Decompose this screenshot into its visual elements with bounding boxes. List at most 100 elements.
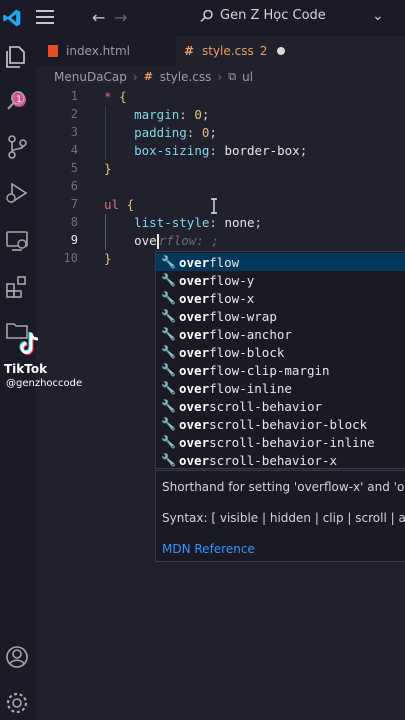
suggestion-match: over bbox=[179, 272, 210, 288]
semicolon: ; bbox=[299, 143, 308, 158]
property-description: Shorthand for setting 'overflow-x' and '… bbox=[162, 480, 405, 494]
line-number: 5 bbox=[70, 161, 78, 175]
suggestion-rest: flow-y bbox=[209, 272, 255, 288]
close-brace: } bbox=[104, 251, 112, 266]
suggestion-item[interactable]: 🔧 over scroll-behavior bbox=[156, 397, 405, 415]
css-selector: ul bbox=[104, 197, 120, 212]
search-icon[interactable] bbox=[4, 88, 30, 114]
open-brace: { bbox=[126, 197, 135, 212]
settings-gear-icon[interactable] bbox=[4, 690, 30, 716]
line-number: 10 bbox=[63, 251, 78, 265]
line-number: 6 bbox=[70, 179, 78, 193]
back-arrow-icon[interactable]: ← bbox=[92, 8, 105, 27]
breadcrumb-folder[interactable]: MenuDaCap bbox=[54, 70, 127, 84]
text-select-cursor-icon bbox=[211, 198, 217, 214]
wrench-icon: 🔧 bbox=[161, 363, 176, 377]
source-control-icon[interactable] bbox=[4, 134, 30, 160]
tiktok-logo-icon bbox=[19, 332, 39, 355]
tiktok-handle: @genzhoccode bbox=[6, 378, 83, 389]
suggestion-item[interactable]: 🔧 over flow-wrap bbox=[156, 307, 405, 325]
explorer-files-icon[interactable] bbox=[4, 44, 30, 70]
chevron-down-icon[interactable]: ⌄ bbox=[372, 8, 384, 24]
tab-label: index.html bbox=[66, 44, 130, 58]
editor-tabs: index.html # style.css 2 bbox=[36, 36, 405, 66]
css-file-icon: # bbox=[184, 44, 195, 58]
account-icon[interactable] bbox=[4, 644, 30, 670]
colon: : bbox=[186, 125, 202, 140]
suggestion-rest: scroll-behavior-inline bbox=[209, 434, 375, 450]
breadcrumb-file[interactable]: style.css bbox=[160, 70, 212, 84]
suggestion-match: over bbox=[179, 434, 210, 450]
wrench-icon: 🔧 bbox=[161, 453, 176, 467]
suggestion-item[interactable]: 🔧 over flow-block bbox=[156, 343, 405, 361]
autocomplete-list[interactable]: 🔧 over flow 🔧 over flow-y 🔧 over flow-x 🔧 over f… bbox=[155, 251, 405, 469]
symbol-icon: ⧉ bbox=[228, 70, 237, 83]
menu-icon[interactable] bbox=[36, 10, 54, 24]
suggestion-item[interactable]: 🔧 over scroll-behavior-block bbox=[156, 415, 405, 433]
tab-label: style.css bbox=[202, 44, 254, 58]
code-line-1: * { bbox=[104, 88, 127, 106]
code-line-2: margin: 0; bbox=[104, 106, 209, 124]
typed-text: ove bbox=[134, 233, 157, 248]
code-line-9: ove rflow: ; bbox=[104, 232, 219, 250]
close-brace: } bbox=[104, 161, 112, 176]
suggestion-rest: flow bbox=[209, 254, 240, 270]
suggestion-match: over bbox=[179, 308, 210, 324]
suggestion-item[interactable]: 🔧 over flow-inline bbox=[156, 379, 405, 397]
colon: : bbox=[179, 107, 195, 122]
wrench-icon: 🔧 bbox=[161, 399, 176, 413]
tiktok-brand: TikTok bbox=[4, 362, 48, 376]
wrench-icon: 🔧 bbox=[161, 255, 176, 269]
tab-style-css[interactable]: # style.css 2 bbox=[176, 36, 405, 66]
semicolon: ; bbox=[254, 215, 263, 230]
css-selector: * bbox=[104, 89, 112, 104]
suggestion-rest: scroll-behavior-block bbox=[209, 416, 368, 432]
suggestion-item[interactable]: 🔧 over flow-clip-margin bbox=[156, 361, 405, 379]
colon: : bbox=[209, 215, 225, 230]
chevron-right-icon: › bbox=[217, 70, 223, 84]
wrench-icon: 🔧 bbox=[161, 417, 176, 431]
css-value: border-box bbox=[224, 143, 300, 158]
suggestion-rest: scroll-behavior bbox=[209, 398, 322, 414]
wrench-icon: 🔧 bbox=[161, 345, 176, 359]
line-number: 4 bbox=[70, 143, 78, 157]
forward-arrow-icon[interactable]: → bbox=[114, 8, 127, 27]
suggestion-match: over bbox=[179, 362, 210, 378]
search-label: Gen Z Học Code bbox=[220, 8, 326, 23]
command-center-search[interactable]: Gen Z Học Code bbox=[200, 8, 326, 23]
suggestion-match: over bbox=[179, 398, 210, 414]
suggestion-rest: flow-inline bbox=[209, 380, 292, 396]
css-value: none bbox=[224, 215, 255, 230]
css-property: margin bbox=[134, 107, 180, 122]
code-line-3: padding: 0; bbox=[104, 124, 217, 142]
line-number: 7 bbox=[70, 197, 78, 211]
extensions-icon[interactable] bbox=[4, 274, 30, 300]
suggestion-item[interactable]: 🔧 over flow-y bbox=[156, 271, 405, 289]
suggestion-item[interactable]: 🔧 over scroll-behavior-x bbox=[156, 451, 405, 469]
suggestion-item[interactable]: 🔧 over flow-anchor bbox=[156, 325, 405, 343]
mdn-reference-link[interactable]: MDN Reference bbox=[162, 542, 255, 556]
suggestion-rest: flow-x bbox=[209, 290, 255, 306]
suggestion-match: over bbox=[179, 380, 210, 396]
unsaved-dot-icon[interactable] bbox=[277, 47, 286, 55]
wrench-icon: 🔧 bbox=[161, 435, 176, 449]
chevron-right-icon: › bbox=[132, 70, 138, 84]
tab-index-html[interactable]: index.html bbox=[48, 36, 130, 66]
suggestion-item[interactable]: 🔧 over flow-x bbox=[156, 289, 405, 307]
line-number: 1 bbox=[70, 89, 78, 103]
semicolon: ; bbox=[201, 107, 210, 122]
suggestion-match: over bbox=[179, 290, 210, 306]
wrench-icon: 🔧 bbox=[161, 273, 176, 287]
code-line-5: } bbox=[104, 160, 112, 178]
wrench-icon: 🔧 bbox=[161, 309, 176, 323]
suggestion-match: over bbox=[179, 452, 210, 468]
run-debug-icon[interactable] bbox=[4, 180, 30, 206]
suggestion-item[interactable]: 🔧 over scroll-behavior-inline bbox=[156, 433, 405, 451]
suggestion-item[interactable]: 🔧 over flow bbox=[156, 253, 405, 271]
title-bar: ← → Gen Z Học Code ⌄ bbox=[0, 0, 405, 36]
search-icon bbox=[200, 9, 213, 22]
line-number: 8 bbox=[70, 215, 78, 229]
remote-explorer-icon[interactable] bbox=[4, 228, 30, 254]
breadcrumb-symbol[interactable]: ul bbox=[242, 70, 253, 84]
semicolon: ; bbox=[209, 125, 217, 140]
